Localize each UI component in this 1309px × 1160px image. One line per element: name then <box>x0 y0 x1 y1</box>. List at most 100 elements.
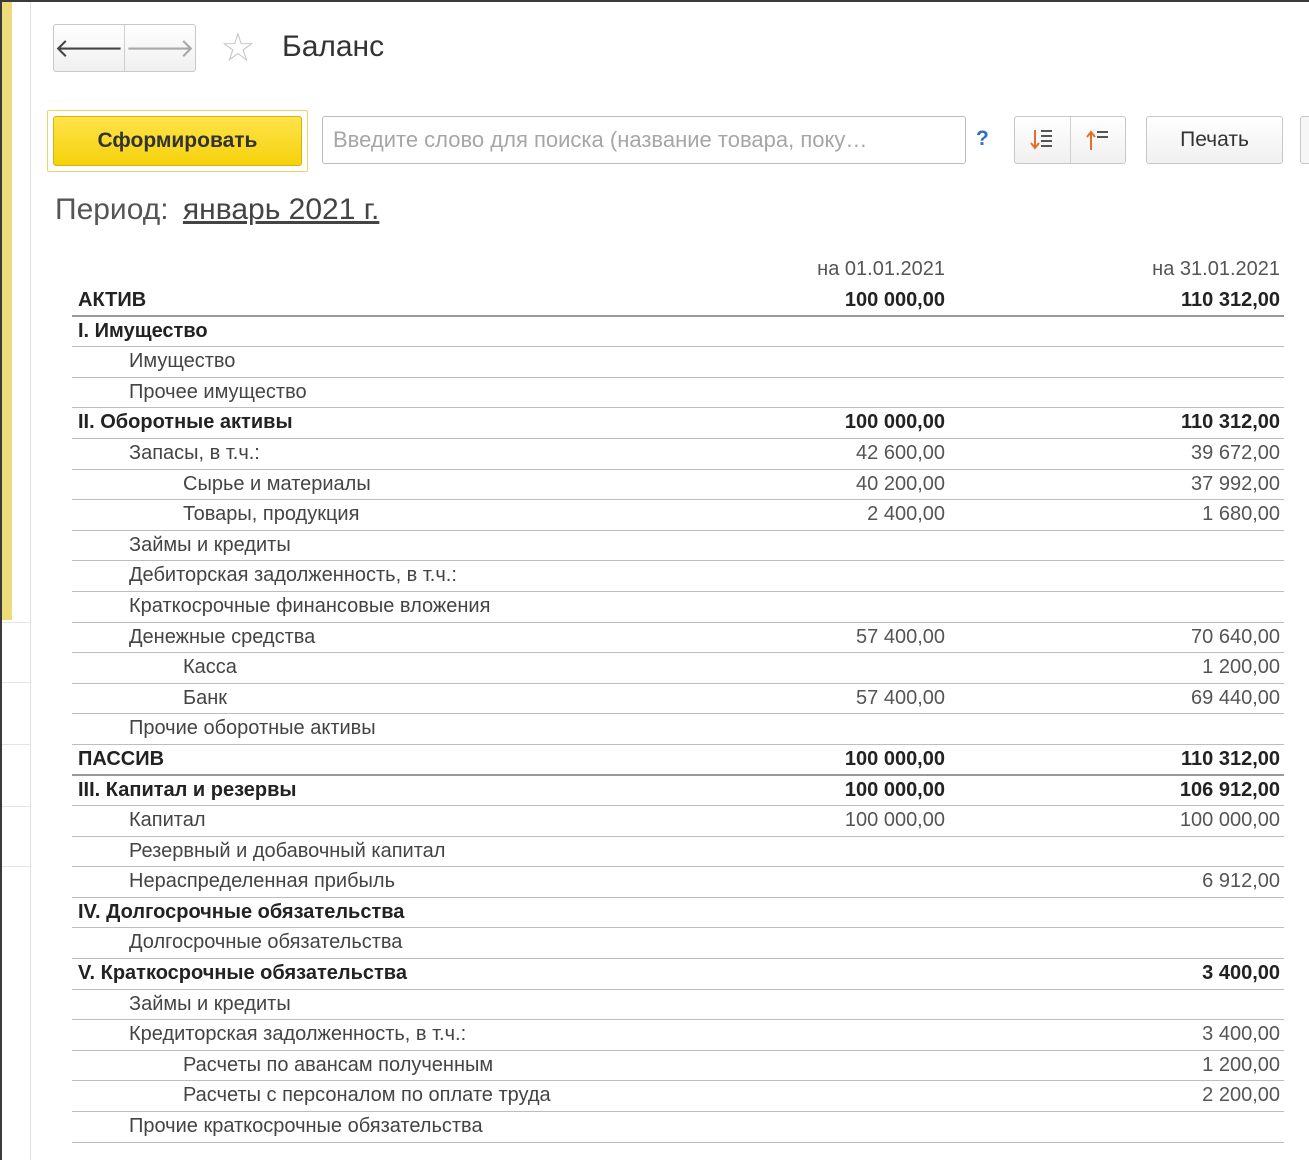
page-title: Баланс <box>282 30 385 63</box>
report-row: Долгосрочные обязательства <box>72 928 1284 960</box>
report-row: Краткосрочные финансовые вложения <box>72 592 1284 623</box>
print-button[interactable]: Печать <box>1146 116 1283 164</box>
period-selector: Период: январь 2021 г. <box>55 193 379 227</box>
report-row: IV. Долгосрочные обязательства <box>72 898 1284 929</box>
report-row: АКТИВ 100 000,00 110 312,00 <box>72 286 1284 317</box>
row-value-end: 6 912,00 <box>1202 870 1280 893</box>
report-row: Банк 57 400,00 69 440,00 <box>72 684 1284 715</box>
balance-report: на 01.01.2021 на 31.01.2021 АКТИВ 100 000… <box>72 256 1284 1143</box>
more-button[interactable] <box>1300 116 1309 164</box>
report-row: II. Оборотные активы 100 000,00 110 312,00 <box>72 408 1284 439</box>
arrow-right-icon: 🡒 <box>125 32 195 63</box>
report-row: Резервный и добавочный капитал <box>72 837 1284 868</box>
row-value-start: 100 000,00 <box>844 289 945 311</box>
generate-button[interactable]: Сформировать <box>53 116 302 166</box>
row-value-start: 100 000,00 <box>844 809 945 832</box>
left-separator <box>2 744 30 745</box>
search-input[interactable]: Введите слово для поиска (название товар… <box>322 116 966 164</box>
column-header-start: на 01.01.2021 <box>817 258 945 280</box>
back-button[interactable]: 🡐 <box>54 25 124 71</box>
report-row: I. Имущество <box>72 317 1284 348</box>
row-label: Краткосрочные финансовые вложения <box>129 594 491 617</box>
report-row: ПАССИВ 100 000,00 110 312,00 <box>72 745 1284 776</box>
row-label: Товары, продукция <box>183 503 360 526</box>
row-label: АКТИВ <box>78 289 147 311</box>
row-label: III. Капитал и резервы <box>78 778 297 801</box>
report-row: Запасы, в т.ч.: 42 600,00 39 672,00 <box>72 439 1284 470</box>
report-row: Нераспределенная прибыль 6 912,00 <box>72 867 1284 898</box>
report-row: Денежные средства 57 400,00 70 640,00 <box>72 623 1284 654</box>
period-link[interactable]: январь 2021 г. <box>183 193 379 226</box>
period-label: Период: <box>55 193 169 226</box>
left-separator <box>2 866 30 867</box>
row-value-end: 70 640,00 <box>1191 625 1280 648</box>
row-value-end: 3 400,00 <box>1202 1023 1280 1046</box>
row-label: Долгосрочные обязательства <box>129 931 403 954</box>
row-value-end: 1 680,00 <box>1202 503 1280 526</box>
row-label: II. Оборотные активы <box>78 411 293 434</box>
row-value-end: 110 312,00 <box>1181 289 1280 311</box>
row-label: Кредиторская задолженность, в т.ч.: <box>129 1023 467 1046</box>
left-separator <box>2 806 30 807</box>
row-value-end: 106 912,00 <box>1179 778 1280 801</box>
forward-button[interactable]: 🡒 <box>124 25 195 71</box>
report-row: Займы и кредиты <box>72 990 1284 1021</box>
row-value-end: 37 992,00 <box>1191 472 1280 495</box>
row-label: Сырье и материалы <box>183 472 371 495</box>
row-value-end: 3 400,00 <box>1202 962 1280 985</box>
sort-descending-icon <box>1030 130 1053 150</box>
report-row: III. Капитал и резервы 100 000,00 106 912,… <box>72 776 1284 807</box>
row-label: Расчеты по авансам полученным <box>183 1053 494 1076</box>
navigation-buttons: 🡐 🡒 <box>53 24 196 72</box>
row-label: Прочие краткосрочные обязательства <box>129 1115 483 1138</box>
report-row: Расчеты по авансам полученным 1 200,00 <box>72 1051 1284 1082</box>
report-row: Имущество <box>72 347 1284 378</box>
row-label: I. Имущество <box>78 319 208 342</box>
row-value-start: 100 000,00 <box>844 747 945 770</box>
report-row: Прочие краткосрочные обязательства <box>72 1112 1284 1143</box>
report-row: Прочие оборотные активы <box>72 714 1284 745</box>
report-header: на 01.01.2021 на 31.01.2021 <box>72 256 1284 286</box>
row-value-end: 39 672,00 <box>1191 441 1280 464</box>
row-value-start: 100 000,00 <box>844 411 945 434</box>
row-label: Денежные средства <box>129 625 316 648</box>
row-label: Запасы, в т.ч.: <box>129 441 260 464</box>
report-row: Займы и кредиты <box>72 531 1284 562</box>
row-label: Имущество <box>129 350 236 373</box>
report-row: Кредиторская задолженность, в т.ч.: 3 400… <box>72 1020 1284 1051</box>
report-row: Капитал 100 000,00 100 000,00 <box>72 806 1284 837</box>
row-label: V. Краткосрочные обязательства <box>78 962 407 985</box>
left-panel-strip <box>2 2 31 1160</box>
row-label: Дебиторская задолженность, в т.ч.: <box>129 564 457 587</box>
row-label: Капитал <box>129 809 206 832</box>
report-row: Сырье и материалы 40 200,00 37 992,00 <box>72 470 1284 501</box>
row-label: Резервный и добавочный капитал <box>129 839 446 862</box>
report-row: Товары, продукция 2 400,00 1 680,00 <box>72 500 1284 531</box>
sort-descending-button[interactable] <box>1015 117 1070 163</box>
row-value-start: 40 200,00 <box>856 472 945 495</box>
row-label: Займы и кредиты <box>129 992 291 1015</box>
report-row: Касса 1 200,00 <box>72 653 1284 684</box>
row-value-start: 42 600,00 <box>856 441 945 464</box>
row-value-end: 1 200,00 <box>1202 1053 1280 1076</box>
sort-ascending-button[interactable] <box>1069 117 1126 163</box>
row-value-end: 100 000,00 <box>1179 809 1280 832</box>
left-separator <box>2 682 30 683</box>
arrow-left-icon: 🡐 <box>54 32 124 63</box>
favorite-star-icon[interactable]: ☆ <box>220 26 256 70</box>
row-value-end: 69 440,00 <box>1191 686 1280 709</box>
row-value-start: 100 000,00 <box>844 778 945 801</box>
row-value-end: 110 312,00 <box>1181 411 1280 434</box>
report-row: Дебиторская задолженность, в т.ч.: <box>72 561 1284 592</box>
row-label: Нераспределенная прибыль <box>129 870 396 893</box>
left-separator <box>2 622 30 623</box>
report-row: V. Краткосрочные обязательства 3 400,00 <box>72 959 1284 990</box>
active-indicator <box>2 2 12 620</box>
sort-ascending-icon <box>1085 130 1108 150</box>
help-icon[interactable]: ? <box>976 127 989 151</box>
row-label: Прочие оборотные активы <box>129 717 376 740</box>
row-label: ПАССИВ <box>78 747 165 770</box>
column-header-end: на 31.01.2021 <box>1152 258 1280 280</box>
row-value-end: 110 312,00 <box>1181 747 1280 770</box>
row-label: Касса <box>183 656 237 679</box>
